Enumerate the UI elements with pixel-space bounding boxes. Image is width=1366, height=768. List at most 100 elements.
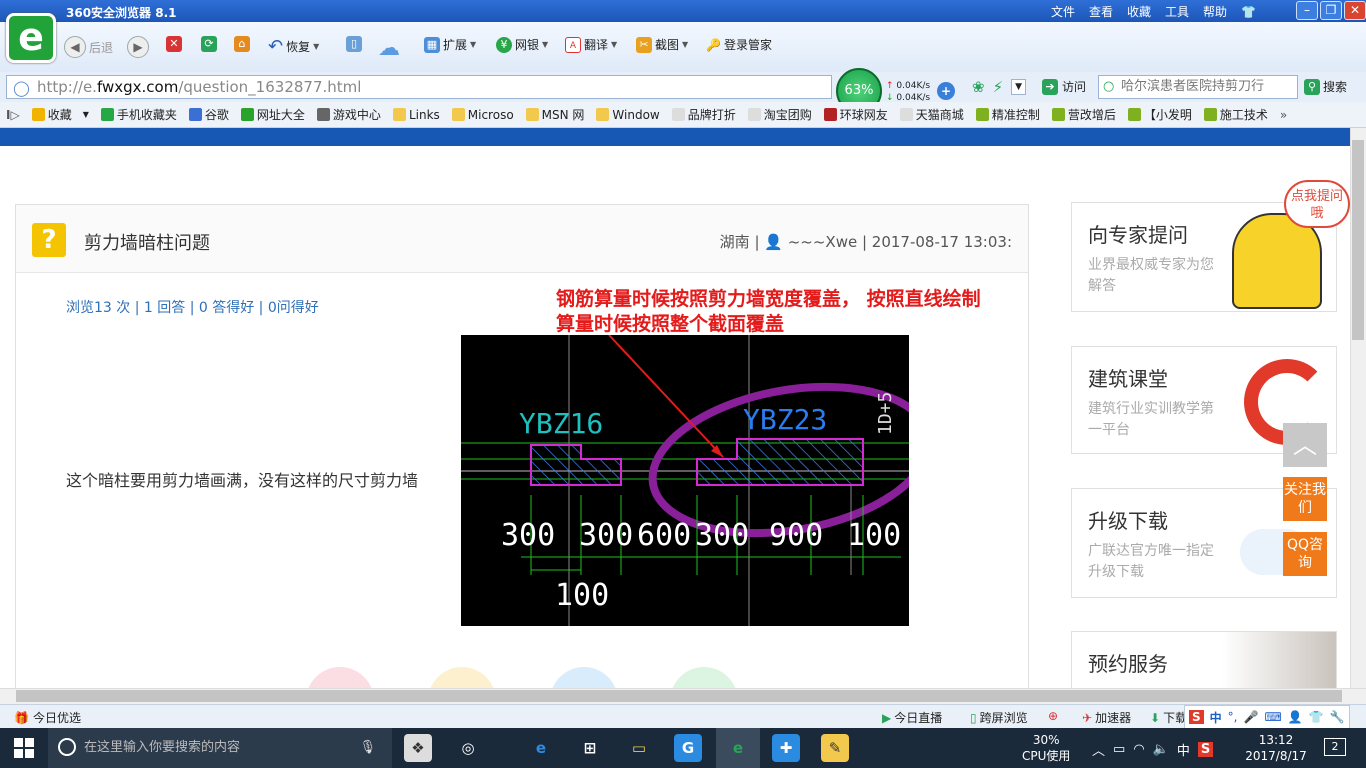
taskbar-ime[interactable]: 中	[1177, 740, 1190, 759]
notification-icon[interactable]: 2	[1324, 738, 1346, 756]
back-button[interactable]: ◀ 后退	[64, 36, 113, 58]
taskbar-search[interactable]: 在这里输入你要搜索的内容 🎙	[48, 728, 392, 768]
daily-picks[interactable]: 🎁 今日优选	[14, 709, 81, 726]
bookmarks-bar: I▷ 收藏 ▼ 手机收藏夹 谷歌 网址大全 游戏中心 Links Microso MSN 网 Wi…	[0, 102, 1366, 128]
folder-icon[interactable]: ▭	[625, 734, 653, 762]
browser-logo[interactable]: e	[6, 13, 56, 63]
stop-button[interactable]: ✕	[166, 36, 182, 52]
bank-button[interactable]: ¥ 网银 ▼	[496, 36, 548, 53]
bookmark-item[interactable]: 网址大全	[235, 106, 311, 123]
favorite-bubble[interactable]	[428, 667, 496, 688]
taskbar-search-placeholder: 在这里输入你要搜索的内容	[84, 740, 241, 755]
bookmark-item[interactable]: 游戏中心	[311, 106, 387, 123]
chevron-up-icon[interactable]: ︿	[1092, 740, 1105, 759]
close-button[interactable]: ✕	[1344, 1, 1366, 20]
menu-favorites[interactable]: 收藏	[1127, 3, 1151, 20]
glodon-icon[interactable]: G	[674, 734, 702, 762]
cpu-meter[interactable]: 30% CPU使用	[1022, 732, 1070, 764]
bookmark-item[interactable]: 【小发明	[1122, 106, 1198, 123]
extend-button[interactable]: ▦ 扩展 ▼	[424, 36, 476, 53]
speedup-button[interactable]: ✈ 加速器	[1082, 709, 1131, 726]
skin-icon: 👕	[1308, 710, 1324, 724]
bookmark-item[interactable]: 淘宝团购	[742, 106, 818, 123]
download-button[interactable]: ⬇ 下载	[1150, 709, 1187, 726]
bookmark-item[interactable]: Microso	[446, 108, 520, 122]
bookmark-item[interactable]: 手机收藏夹	[95, 106, 183, 123]
answer-bubble[interactable]	[670, 667, 738, 688]
restore-label: 恢复	[286, 40, 311, 54]
skin-icon[interactable]: 👕	[1241, 5, 1256, 19]
windows-start-icon[interactable]	[14, 738, 34, 758]
clock[interactable]: 13:12 2017/8/17	[1244, 732, 1308, 764]
more-bookmarks-icon[interactable]: »	[1274, 108, 1293, 122]
login-manager-button[interactable]: 🔑 登录管家	[706, 36, 772, 53]
app-spiral-icon[interactable]: ◎	[454, 734, 482, 762]
qq-consult-button[interactable]: QQ咨询	[1283, 532, 1327, 576]
forward-button[interactable]: ▶	[127, 36, 149, 58]
bookmark-item[interactable]: 谷歌	[183, 106, 235, 123]
vertical-scroll-thumb[interactable]	[1352, 140, 1364, 340]
undo-icon: ↶	[268, 36, 284, 57]
refresh-button[interactable]: ⟳	[201, 36, 217, 52]
bookmark-item[interactable]: Links	[387, 108, 446, 122]
compat-icon[interactable]: ❀	[972, 78, 985, 96]
bookmark-item[interactable]: 施工技术	[1198, 106, 1274, 123]
add-icon[interactable]: +	[937, 82, 955, 100]
menu-tools[interactable]: 工具	[1165, 3, 1189, 20]
sogou-tray-icon[interactable]: S	[1197, 742, 1214, 757]
user-icon: 👤	[1287, 710, 1303, 724]
screenshot-button[interactable]: ✂ 截图 ▼	[636, 36, 688, 53]
bookmark-item[interactable]: 收藏 ▼	[26, 106, 95, 123]
ime-toolbar[interactable]: S 中 °, 🎤 ⌨ 👤 👕 🔧	[1184, 705, 1350, 729]
ask-bubble[interactable]: 点我提问哦	[1284, 180, 1350, 228]
chevron-down-icon[interactable]: ▼	[83, 110, 89, 119]
store-icon[interactable]: ⊞	[576, 734, 604, 762]
go-button[interactable]: ➔ 访问	[1042, 78, 1086, 95]
share-bubble[interactable]	[550, 667, 618, 688]
shield-icon[interactable]: ⊕	[1048, 709, 1058, 723]
wifi-icon[interactable]: ◠	[1133, 742, 1144, 757]
cross-screen-button[interactable]: ▯ 跨屏浏览	[970, 709, 1028, 726]
bookmark-item[interactable]: Window	[590, 108, 665, 122]
bookmark-item[interactable]: 品牌打折	[666, 106, 742, 123]
question-stats[interactable]: 浏览13 次 | 1 回答 | 0 答得好 | 0问得好	[66, 297, 319, 317]
chevron-down-icon[interactable]: ▼	[1011, 79, 1027, 95]
bookmark-item[interactable]: MSN 网	[520, 106, 591, 123]
go-label: 访问	[1062, 80, 1087, 94]
bookmark-label: 品牌打折	[687, 108, 736, 122]
like-bubble[interactable]	[306, 667, 374, 688]
bookmark-item[interactable]: 营改增后	[1046, 106, 1122, 123]
menu-help[interactable]: 帮助	[1203, 3, 1227, 20]
menu-view[interactable]: 查看	[1089, 3, 1113, 20]
task-view-icon[interactable]: ❖	[404, 734, 432, 762]
battery-icon[interactable]: ▭	[1113, 742, 1125, 757]
live-button[interactable]: ▶ 今日直播	[882, 709, 942, 726]
cloud-button[interactable]: ☁	[378, 36, 400, 61]
booking-card[interactable]: 预约服务	[1071, 631, 1337, 688]
mobile-button[interactable]: ▯	[346, 36, 362, 52]
minimize-button[interactable]: –	[1296, 1, 1318, 20]
search-button[interactable]: ⚲ 搜索	[1304, 78, 1347, 95]
url-domain: fwxgx.com	[96, 78, 179, 96]
bookmark-item[interactable]: 环球网友	[818, 106, 894, 123]
follow-us-button[interactable]: 关注我们	[1283, 477, 1327, 521]
bookmark-item[interactable]: 天猫商城	[894, 106, 970, 123]
search-input[interactable]: ○ 哈尔滨患者医院持剪刀行	[1098, 75, 1298, 99]
restore-tabs-button[interactable]: ↶ 恢复 ▼	[268, 36, 319, 57]
home-button[interactable]: ⌂	[234, 36, 250, 52]
bookmark-item[interactable]: 精准控制	[970, 106, 1046, 123]
address-bar[interactable]: ◯ http://e.fwxgx.com/question_1632877.ht…	[6, 75, 832, 99]
restore-button[interactable]: ❐	[1320, 1, 1342, 20]
browser-task-icon[interactable]: e	[716, 728, 760, 768]
sidebar-toggle-icon[interactable]: I▷	[0, 108, 26, 122]
lightning-icon[interactable]: ⚡	[993, 78, 1004, 96]
horizontal-scroll-thumb[interactable]	[16, 690, 1342, 702]
translate-button[interactable]: A 翻译 ▼	[565, 36, 617, 53]
back-to-top-button[interactable]: ︿	[1283, 423, 1327, 467]
plus-app-icon[interactable]: ✚	[772, 734, 800, 762]
edge-icon[interactable]: e	[527, 734, 555, 762]
volume-icon[interactable]: 🔈	[1153, 742, 1169, 757]
menu-file[interactable]: 文件	[1051, 3, 1075, 20]
title-bar: 360安全浏览器 8.1 文件 查看 收藏 工具 帮助 👕 – ❐ ✕	[0, 0, 1366, 22]
notes-icon[interactable]: ✎	[821, 734, 849, 762]
